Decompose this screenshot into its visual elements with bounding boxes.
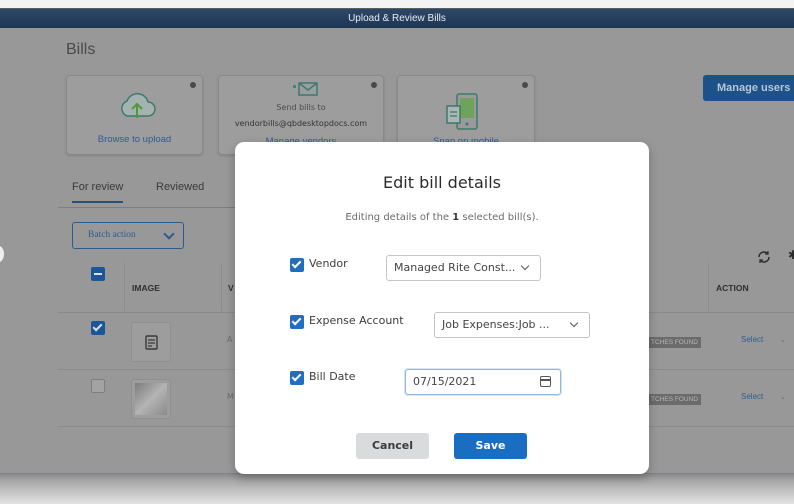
top-strip	[0, 0, 794, 9]
dialog-subtitle: Editing details of the 1 selected bill(s…	[345, 212, 539, 223]
side-handle[interactable]	[0, 246, 4, 262]
tab-bar: For review Reviewed	[58, 176, 258, 208]
row-checkbox[interactable]	[91, 379, 105, 393]
row-action-select[interactable]: Select	[741, 335, 763, 344]
refresh-icon[interactable]	[757, 250, 771, 264]
row-checkbox[interactable]	[91, 321, 105, 335]
info-icon[interactable]	[190, 82, 196, 88]
info-icon[interactable]	[522, 82, 528, 88]
batch-action-label: Batch action	[88, 230, 136, 240]
mobile-phone-icon	[446, 93, 478, 130]
image-column-header: IMAGE	[132, 283, 160, 293]
bill-date-input[interactable]: 07/15/2021	[405, 369, 561, 395]
row-action-select[interactable]: Select	[741, 392, 763, 401]
manage-users-button[interactable]: Manage users	[703, 75, 794, 101]
cancel-button[interactable]: Cancel	[356, 433, 429, 459]
tab-for-review[interactable]: For review	[72, 181, 124, 203]
page-title: Bills	[66, 41, 96, 58]
browse-upload-link[interactable]: Browse to upload	[67, 134, 202, 145]
chevron-down-icon	[569, 318, 579, 328]
chevron-down-icon	[520, 261, 530, 271]
bill-thumbnail[interactable]	[131, 322, 171, 362]
edit-bill-details-dialog: Edit bill details Editing details of the…	[235, 142, 649, 474]
cloud-upload-icon	[121, 93, 156, 118]
vendor-cell: M	[227, 392, 234, 401]
bill-thumbnail[interactable]	[131, 379, 171, 419]
expense-account-select[interactable]: Job Expenses:Job ...	[434, 312, 590, 338]
dialog-title: Edit bill details	[383, 173, 501, 192]
window-bottom-edge	[0, 473, 794, 504]
matches-badge: TCHES FOUND	[648, 394, 701, 405]
receipt-image	[135, 383, 167, 415]
matches-badge: TCHES FOUND	[648, 337, 701, 348]
window-title: Upload & Review Bills	[0, 9, 794, 28]
expense-account-label: Expense Account	[309, 314, 404, 327]
info-icon[interactable]	[371, 82, 377, 88]
vendor-column-header: V	[228, 283, 234, 293]
send-bills-text: Send bills to	[276, 103, 326, 112]
vendor-checkbox[interactable]	[290, 258, 304, 272]
vendor-email: vendorbills@qbdesktopdocs.com	[234, 119, 368, 128]
envelope-icon	[293, 82, 318, 96]
vendor-cell: A	[227, 335, 233, 344]
chevron-down-icon	[163, 228, 175, 240]
calendar-icon[interactable]	[540, 376, 551, 387]
bill-date-checkbox[interactable]	[290, 371, 304, 385]
vendor-select[interactable]: Managed Rite Const...	[386, 255, 541, 281]
document-icon	[145, 335, 158, 350]
expense-account-checkbox[interactable]	[290, 315, 304, 329]
chevron-down-icon[interactable]: ⌄	[780, 393, 786, 401]
action-column-header: ACTION	[716, 283, 749, 293]
browse-upload-card[interactable]: Browse to upload	[66, 75, 203, 155]
batch-action-dropdown[interactable]: Batch action	[72, 222, 184, 249]
chevron-down-icon[interactable]: ⌄	[780, 336, 786, 344]
tab-reviewed[interactable]: Reviewed	[156, 181, 204, 193]
save-button[interactable]: Save	[454, 433, 527, 459]
vendor-label: Vendor	[309, 257, 348, 270]
settings-icon[interactable]: ✱	[788, 248, 794, 262]
select-all-checkbox[interactable]	[91, 267, 105, 281]
bill-date-label: Bill Date	[309, 370, 356, 383]
